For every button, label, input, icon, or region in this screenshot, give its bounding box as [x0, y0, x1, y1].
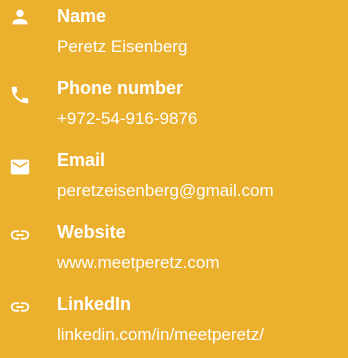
contact-value-website[interactable]: www.meetperetz.com: [57, 251, 220, 275]
contact-label-phone: Phone number: [57, 78, 184, 98]
contact-label-linkedin: LinkedIn: [57, 294, 132, 314]
contact-item-name: Name Peretz Eisenberg: [0, 4, 348, 64]
contact-value-name: Peretz Eisenberg: [57, 37, 188, 56]
phone-icon: [9, 84, 31, 106]
contact-value-linkedin[interactable]: linkedin.com/in/meetperetz/: [57, 323, 264, 347]
contact-label-email: Email: [57, 150, 106, 170]
contact-item-linkedin[interactable]: LinkedIn linkedin.com/in/meetperetz/: [0, 292, 348, 352]
contact-item-website[interactable]: Website www.meetperetz.com: [0, 220, 348, 280]
contact-value-email[interactable]: peretzeisenberg@gmail.com: [57, 179, 274, 203]
person-icon: [9, 6, 31, 28]
contact-item-phone[interactable]: Phone number +972-54-916-9876: [0, 76, 348, 136]
link-icon: [9, 296, 31, 318]
contact-list: Name Peretz Eisenberg Phone number +972-…: [0, 0, 348, 358]
email-icon: [9, 156, 31, 178]
link-icon: [9, 224, 31, 246]
contact-value-phone[interactable]: +972-54-916-9876: [57, 107, 197, 131]
contact-item-email[interactable]: Email peretzeisenberg@gmail.com: [0, 148, 348, 208]
contact-label-name: Name: [57, 6, 107, 26]
contact-label-website: Website: [57, 222, 126, 242]
